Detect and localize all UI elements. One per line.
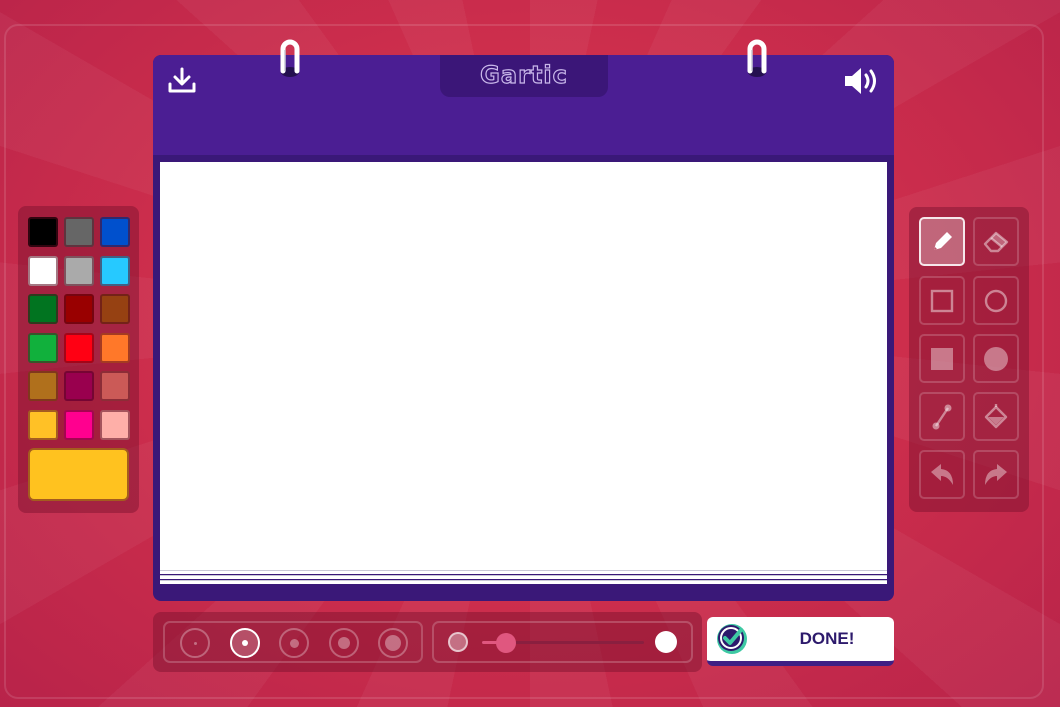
brush-size-2[interactable] (230, 628, 260, 658)
page-edge (160, 570, 887, 574)
binder-ring-icon (280, 39, 300, 77)
opacity-slider-knob[interactable] (496, 633, 517, 653)
binder-ring-icon (747, 39, 767, 77)
color-swatch-yellow[interactable] (28, 409, 58, 440)
color-swatch-ochre[interactable] (28, 371, 58, 401)
brush-size-4[interactable] (329, 628, 359, 658)
drawing-board: Gartic (153, 39, 894, 601)
page-edge (160, 575, 887, 579)
brush-size-selector (163, 621, 423, 663)
circle-filled-icon (984, 346, 1008, 371)
color-swatch-orange[interactable] (100, 332, 130, 363)
bucket-icon (984, 403, 1008, 428)
color-swatch-salmon[interactable] (100, 371, 130, 401)
speaker-icon[interactable] (843, 66, 881, 96)
check-badge-icon (717, 624, 747, 654)
redo-tool[interactable] (973, 450, 1019, 499)
fill-bucket-tool[interactable] (973, 392, 1019, 441)
done-button[interactable]: DONE! (707, 617, 894, 666)
line-icon (932, 404, 952, 429)
square-outline-icon (930, 289, 954, 312)
color-swatch-maroon[interactable] (64, 371, 94, 401)
line-tool[interactable] (919, 392, 965, 441)
done-label: DONE! (799, 629, 855, 648)
color-swatch-red[interactable] (64, 332, 94, 363)
app-title: Gartic (480, 60, 568, 89)
pencil-tool[interactable] (919, 217, 965, 266)
eraser-tool[interactable] (973, 217, 1019, 266)
tools-panel (909, 207, 1029, 512)
color-swatch-magenta[interactable] (64, 409, 94, 440)
square-filled-icon (931, 347, 953, 370)
ellipse-fill-tool[interactable] (973, 334, 1019, 383)
opacity-low-icon (448, 632, 468, 652)
pencil-icon (934, 231, 952, 250)
brush-size-3[interactable] (279, 628, 309, 658)
title-tab: Gartic (440, 55, 608, 97)
undo-tool[interactable] (919, 450, 965, 499)
redo-icon (985, 463, 1007, 485)
rectangle-outline-tool[interactable] (919, 276, 965, 325)
color-palette (18, 206, 139, 513)
brush-size-1[interactable] (180, 628, 210, 658)
circle-outline-icon (984, 289, 1008, 312)
color-swatch-sky-blue[interactable] (100, 255, 130, 286)
color-swatch-brown[interactable] (100, 294, 130, 324)
color-swatch-dark-gray[interactable] (64, 217, 94, 247)
opacity-slider[interactable] (432, 621, 693, 663)
brush-controls (153, 612, 702, 672)
color-swatch-green[interactable] (28, 332, 58, 363)
brush-size-5[interactable] (378, 628, 408, 658)
color-swatch-light-gray[interactable] (64, 255, 94, 286)
color-swatch-blue[interactable] (100, 217, 130, 247)
color-swatch-black[interactable] (28, 217, 58, 247)
eraser-icon (983, 231, 1009, 252)
color-swatch-dark-red[interactable] (64, 294, 94, 324)
color-swatch-dark-green[interactable] (28, 294, 58, 324)
undo-icon (931, 463, 953, 485)
opacity-high-icon (655, 631, 677, 653)
page-edge (160, 580, 887, 584)
drawing-canvas[interactable] (160, 162, 887, 570)
color-swatch-pink[interactable] (100, 409, 130, 440)
color-swatch-white[interactable] (28, 255, 58, 286)
current-color-indicator (28, 448, 129, 501)
download-icon[interactable] (167, 67, 197, 95)
rectangle-fill-tool[interactable] (919, 334, 965, 383)
ellipse-outline-tool[interactable] (973, 276, 1019, 325)
